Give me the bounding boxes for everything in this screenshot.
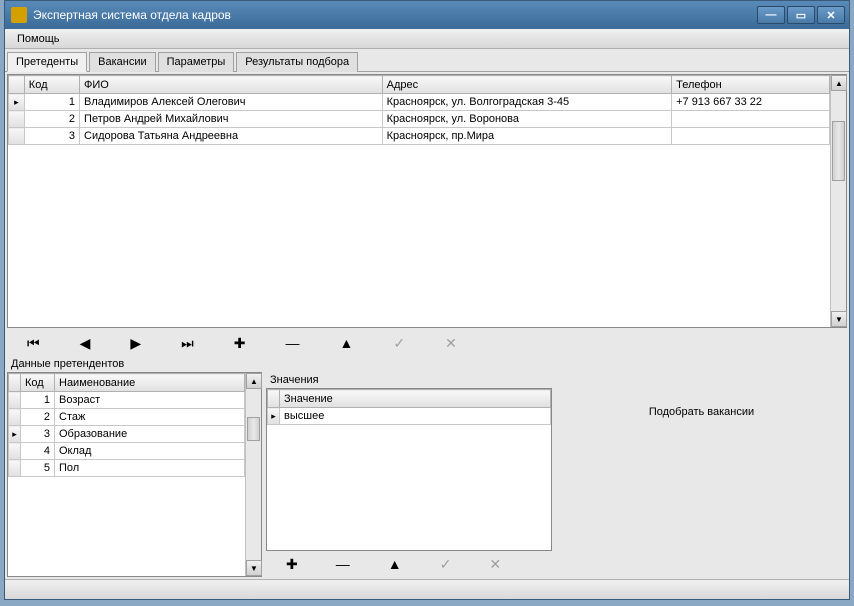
nav-edit-icon[interactable]: ▲ (340, 335, 354, 351)
vertical-scrollbar[interactable]: ▲ ▼ (830, 75, 846, 327)
nav-last-icon[interactable]: ⏭ (181, 335, 194, 352)
col-code[interactable]: Код (24, 76, 79, 94)
bottom-panels: Код Наименование 1 Возраст 2 (7, 372, 847, 577)
params-grid[interactable]: Код Наименование 1 Возраст 2 (7, 372, 262, 577)
table-row[interactable]: 5 Пол (9, 460, 245, 477)
tab-results[interactable]: Результаты подбора (236, 52, 358, 72)
vertical-scrollbar[interactable]: ▲ ▼ (245, 373, 261, 576)
nav-edit-icon[interactable]: ▲ (388, 556, 402, 572)
nav-insert-icon[interactable]: ✚ (286, 556, 298, 573)
tab-bar: Претеденты Вакансии Параметры Результаты… (5, 49, 849, 72)
applicants-grid[interactable]: Код ФИО Адрес Телефон 1 Владимиров Алекс… (7, 74, 847, 328)
table-row[interactable]: 3 Сидорова Татьяна Андреевна Красноярск,… (9, 128, 830, 145)
nav-post-icon[interactable]: ✓ (440, 556, 452, 573)
values-navigator: ✚ — ▲ ✓ ✕ (266, 551, 552, 577)
table-header-row: Значение (268, 390, 551, 408)
scroll-down-icon[interactable]: ▼ (246, 560, 262, 576)
table-row[interactable]: высшее (268, 408, 551, 425)
row-indicator-icon (9, 426, 21, 443)
col-phone[interactable]: Телефон (672, 76, 830, 94)
table-row[interactable]: 3 Образование (9, 426, 245, 443)
table-header-row: Код Наименование (9, 374, 245, 392)
window-title: Экспертная система отдела кадров (33, 8, 757, 22)
menu-help[interactable]: Помощь (11, 31, 66, 47)
row-indicator-icon (9, 94, 25, 111)
nav-post-icon[interactable]: ✓ (393, 335, 405, 352)
maximize-button[interactable]: ▭ (787, 6, 815, 24)
table-header-row: Код ФИО Адрес Телефон (9, 76, 830, 94)
col-fio[interactable]: ФИО (80, 76, 383, 94)
tab-applicants[interactable]: Претеденты (7, 52, 87, 72)
values-grid[interactable]: Значение высшее (266, 388, 552, 551)
row-indicator-icon (268, 408, 280, 425)
table-row[interactable]: 1 Возраст (9, 392, 245, 409)
nav-prev-icon[interactable]: ◀ (80, 335, 91, 352)
tab-content: Код ФИО Адрес Телефон 1 Владимиров Алекс… (5, 72, 849, 579)
app-icon (11, 7, 27, 23)
select-vacancies-button[interactable]: Подобрать вакансии (639, 402, 764, 422)
col-value[interactable]: Значение (280, 390, 551, 408)
scroll-thumb[interactable] (247, 417, 260, 441)
scroll-up-icon[interactable]: ▲ (831, 75, 847, 91)
scroll-down-icon[interactable]: ▼ (831, 311, 847, 327)
app-window: Экспертная система отдела кадров — ▭ ✕ П… (4, 0, 850, 600)
scroll-thumb[interactable] (832, 121, 845, 181)
table-row[interactable]: 4 Оклад (9, 443, 245, 460)
indicator-col-header (9, 76, 25, 94)
table-row[interactable]: 2 Стаж (9, 409, 245, 426)
titlebar[interactable]: Экспертная система отдела кадров — ▭ ✕ (5, 1, 849, 29)
nav-delete-icon[interactable]: — (286, 335, 300, 351)
tab-vacancies[interactable]: Вакансии (89, 52, 156, 72)
menubar: Помощь (5, 29, 849, 49)
tab-parameters[interactable]: Параметры (158, 52, 235, 72)
scroll-up-icon[interactable]: ▲ (246, 373, 262, 389)
status-bar (5, 579, 849, 599)
db-navigator: ⏮ ◀ ▶ ⏭ ✚ — ▲ ✓ ✕ (7, 330, 847, 356)
values-label: Значения (266, 372, 552, 388)
nav-first-icon[interactable]: ⏮ (27, 335, 40, 352)
table-row[interactable]: 2 Петров Андрей Михайлович Красноярск, у… (9, 111, 830, 128)
close-button[interactable]: ✕ (817, 6, 845, 24)
minimize-button[interactable]: — (757, 6, 785, 24)
nav-delete-icon[interactable]: — (336, 556, 350, 572)
nav-insert-icon[interactable]: ✚ (234, 335, 246, 352)
nav-next-icon[interactable]: ▶ (130, 335, 141, 352)
col-name[interactable]: Наименование (55, 374, 245, 392)
col-address[interactable]: Адрес (382, 76, 671, 94)
col-code[interactable]: Код (21, 374, 55, 392)
table-row[interactable]: 1 Владимиров Алексей Олегович Красноярск… (9, 94, 830, 111)
nav-cancel-icon[interactable]: ✕ (445, 335, 457, 352)
applicant-data-label: Данные претендентов (7, 356, 847, 372)
nav-cancel-icon[interactable]: ✕ (489, 556, 501, 573)
